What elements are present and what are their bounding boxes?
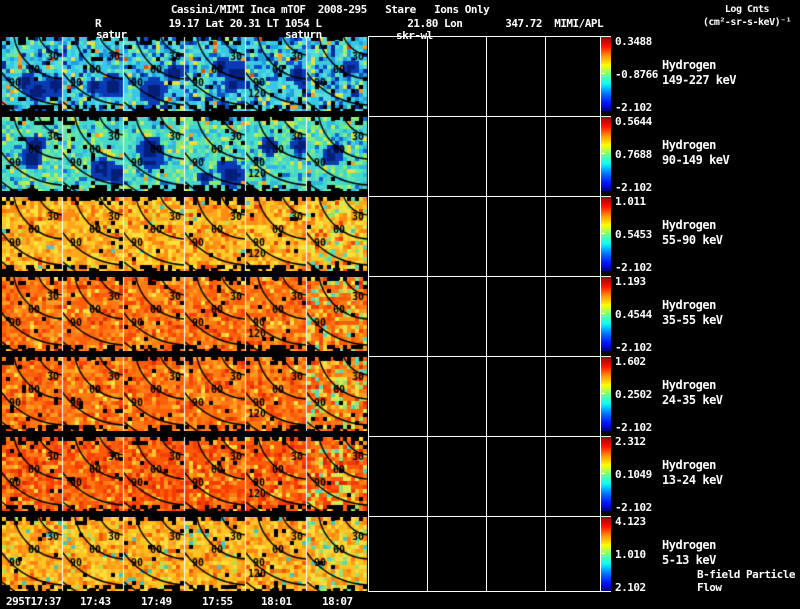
- energy-row-149-227: 0.3488 -0.8766 -2.102 Hydrogen 149-227 k…: [0, 35, 800, 114]
- species-label: Hydrogen: [662, 218, 716, 232]
- colorbar-tick: [601, 473, 605, 474]
- time-tick-label: 18:01: [261, 595, 292, 608]
- energy-range-label: 24-35 keV: [662, 393, 723, 407]
- colorbar-mid-value: 0.2502: [615, 388, 652, 401]
- colorbar-max-value: 0.3488: [615, 35, 652, 48]
- energy-range-label: 55-90 keV: [662, 233, 723, 247]
- colorbar-min-value: -2.102: [615, 501, 652, 514]
- plot-title: Cassini/MIMI Inca mTOF 2008-295 Stare Io…: [170, 3, 490, 16]
- energy-row-55-90: 1.011 0.5453 -2.102 Hydrogen 55-90 keV: [0, 195, 800, 274]
- colorbar-mid-value: 0.7688: [615, 148, 652, 161]
- heatmap-panel-strip: [2, 437, 368, 511]
- heatmap-panel-strip: [2, 37, 368, 111]
- energy-row-24-35: 1.602 0.2502 -2.102 Hydrogen 24-35 keV: [0, 355, 800, 434]
- colorbar: [601, 197, 611, 271]
- time-tick-label: 18:07: [322, 595, 353, 608]
- time-tick-label: 17:55: [202, 595, 233, 608]
- energy-range-label: 5-13 keV: [662, 553, 716, 567]
- colorbar: [601, 517, 611, 591]
- heatmap-panel-strip: [2, 197, 368, 271]
- species-label: Hydrogen: [662, 138, 716, 152]
- colorbar-mid-value: 0.5453: [615, 228, 652, 241]
- heatmap-panel-strip: [2, 277, 368, 351]
- energy-range-label: 90-149 keV: [662, 153, 730, 167]
- colorbar-tick: [601, 73, 605, 74]
- time-axis: 295T17:37 17:43 17:49 17:55 18:01 18:07: [0, 595, 800, 609]
- colorbar-min-value: -2.102: [615, 341, 652, 354]
- grid-line-horizontal: [368, 591, 611, 592]
- colorbar-mid-value: -0.8766: [615, 68, 658, 81]
- energy-range-label: 13-24 keV: [662, 473, 723, 487]
- colorbar-max-value: 1.193: [615, 275, 646, 288]
- time-tick-label: 17:49: [141, 595, 172, 608]
- colorbar-tick: [601, 393, 605, 394]
- colorbar: [601, 437, 611, 511]
- colorbar-tick: [601, 233, 605, 234]
- colorbar-min-value: -2.102: [615, 101, 652, 114]
- units-line2: (cm²-sr-s-keV)⁻¹: [702, 17, 792, 28]
- species-label: Hydrogen: [662, 58, 716, 72]
- colorbar-tick: [601, 553, 605, 554]
- overlay-label-skr-wl: skr-wl: [396, 29, 433, 42]
- overlay-label-saturn-2: saturn: [285, 28, 322, 41]
- energy-row-13-24: 2.312 0.1049 -2.102 Hydrogen 13-24 keV: [0, 435, 800, 514]
- colorbar-max-value: 2.312: [615, 435, 646, 448]
- heatmap-panel-strip: [2, 117, 368, 191]
- colorbar-max-value: 4.123: [615, 515, 646, 528]
- heatmap-panel-strip: [2, 357, 368, 431]
- time-tick-label: 17:43: [80, 595, 111, 608]
- units-line1: Log Cnts: [724, 4, 770, 15]
- time-tick-label: 295T17:37: [6, 595, 62, 608]
- colorbar-max-value: 1.011: [615, 195, 646, 208]
- colorbar-units-label: Log Cnts (cm²-sr-s-keV)⁻¹: [696, 3, 798, 29]
- species-label: Hydrogen: [662, 298, 716, 312]
- colorbar: [601, 277, 611, 351]
- heatmap-panel-strip: [2, 517, 368, 591]
- colorbar-max-value: 1.602: [615, 355, 646, 368]
- colorbar-mid-value: 1.010: [615, 548, 646, 561]
- colorbar-mid-value: 0.1049: [615, 468, 652, 481]
- overlay-label-saturn-1: satur: [96, 28, 127, 41]
- energy-row-35-55: 1.193 0.4544 -2.102 Hydrogen 35-55 keV: [0, 275, 800, 354]
- colorbar: [601, 117, 611, 191]
- colorbar-max-value: 0.5644: [615, 115, 652, 128]
- colorbar-min-value: -2.102: [615, 181, 652, 194]
- species-label: Hydrogen: [662, 538, 716, 552]
- energy-range-label: 149-227 keV: [662, 73, 736, 87]
- colorbar-mid-value: 0.4544: [615, 308, 652, 321]
- colorbar-tick: [601, 313, 605, 314]
- energy-row-90-149: 0.5644 0.7688 -2.102 Hydrogen 90-149 keV: [0, 115, 800, 194]
- bfield-particle-flow-label: B-field Particle Flow: [697, 568, 795, 594]
- colorbar-tick: [601, 153, 605, 154]
- energy-row-5-13: 4.123 1.010 2.102 Hydrogen 5-13 keV B-fi…: [0, 515, 800, 594]
- colorbar-min-value: -2.102: [615, 261, 652, 274]
- ephemeris-line: R 19.17 Lat 20.31 LT 1054 L 21.80 Lon 34…: [95, 17, 604, 30]
- colorbar: [601, 357, 611, 431]
- species-label: Hydrogen: [662, 378, 716, 392]
- colorbar-min-value: 2.102: [615, 581, 646, 594]
- colorbar-min-value: -2.102: [615, 421, 652, 434]
- energy-range-label: 35-55 keV: [662, 313, 723, 327]
- colorbar: [601, 37, 611, 111]
- species-label: Hydrogen: [662, 458, 716, 472]
- mimi-inca-display: Cassini/MIMI Inca mTOF 2008-295 Stare Io…: [0, 0, 800, 609]
